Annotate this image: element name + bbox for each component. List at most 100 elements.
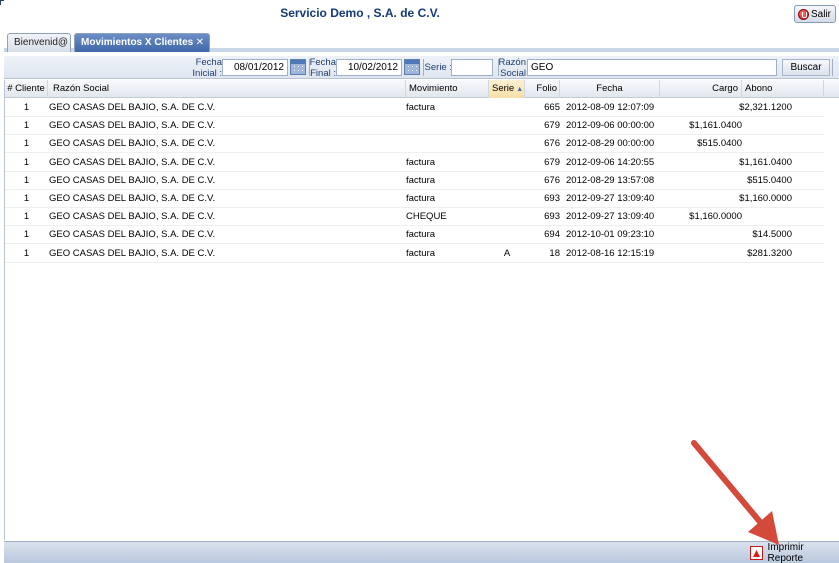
table-row[interactable]: 1 GEO CASAS DEL BAJIO, S.A. DE C.V. factur… (5, 172, 825, 190)
cell-cliente: 1 (23, 229, 30, 241)
cell-fecha: 2012-09-27 13:09:40 (566, 193, 655, 204)
cell-abono (695, 117, 792, 135)
cell-folio: 18 (549, 247, 560, 259)
razon-social-field[interactable]: GEO (527, 59, 777, 76)
column-header-filler (824, 80, 839, 98)
results-grid: # Cliente Razón Social Movimiento Serie ▲… (4, 80, 839, 540)
column-header-razon-social[interactable]: Razón Social (48, 80, 406, 98)
cell-abono: $281.3200 (747, 247, 792, 259)
cell-serie (491, 172, 523, 190)
cell-movimiento (406, 135, 486, 153)
table-row[interactable]: 1 GEO CASAS DEL BAJIO, S.A. DE C.V. factur… (5, 245, 825, 263)
grid-header: # Cliente Razón Social Movimiento Serie ▲… (5, 80, 839, 98)
cell-movimiento: factura (406, 193, 436, 204)
cell-razon-social: GEO CASAS DEL BAJIO, S.A. DE C.V. (49, 247, 216, 259)
cell-folio: 676 (544, 138, 560, 150)
cell-abono: $14.5000 (752, 229, 792, 241)
cell-abono: $1,160.0000 (739, 193, 792, 204)
cell-razon-social: GEO CASAS DEL BAJIO, S.A. DE C.V. (49, 193, 216, 204)
cell-movimiento: CHEQUE (406, 211, 447, 223)
column-header-cliente[interactable]: # Cliente (5, 80, 48, 98)
serie-field[interactable] (451, 59, 493, 76)
salir-button[interactable]: Salir (794, 5, 836, 23)
table-row[interactable]: 1 GEO CASAS DEL BAJIO, S.A. DE C.V. 679 201… (5, 117, 825, 136)
cell-movimiento: factura (406, 174, 436, 186)
cell-serie: A (503, 247, 511, 259)
cell-folio: 694 (544, 229, 560, 241)
tab-bienvenido[interactable]: Bienvenid@ (7, 33, 71, 52)
cell-movimiento: factura (406, 156, 436, 168)
cell-folio: 679 (544, 156, 560, 168)
print-report-button[interactable]: Imprimir Reporte (750, 542, 839, 563)
sort-ascending-icon: ▲ (516, 86, 524, 93)
table-row[interactable]: 1 GEO CASAS DEL BAJIO, S.A. DE C.V. factur… (5, 154, 825, 172)
cell-abono (695, 208, 792, 226)
cell-cliente: 1 (23, 102, 30, 113)
fecha-final-field[interactable]: 10/02/2012 (336, 59, 402, 76)
cell-razon-social: GEO CASAS DEL BAJIO, S.A. DE C.V. (49, 138, 216, 150)
tab-movimientos-x-clientes[interactable]: Movimientos X Clientes ✕ (74, 33, 210, 52)
cell-folio: 679 (544, 120, 560, 132)
cell-folio: 693 (544, 193, 560, 204)
cell-razon-social: GEO CASAS DEL BAJIO, S.A. DE C.V. (49, 156, 216, 168)
cell-serie (491, 135, 523, 153)
column-header-folio[interactable]: Folio (525, 80, 560, 98)
cell-cliente: 1 (23, 120, 30, 132)
cell-fecha: 2012-08-29 00:00:00 (566, 138, 655, 150)
column-header-movimiento[interactable]: Movimiento (406, 80, 489, 98)
cell-serie (491, 154, 523, 172)
app-title: Servicio Demo , S.A. de C.V. (280, 6, 440, 20)
pdf-icon (750, 546, 763, 560)
fecha-inicial-label: Fecha Inicial : (192, 57, 222, 79)
cell-fecha: 2012-09-27 13:09:40 (566, 211, 655, 223)
cell-movimiento: factura (406, 102, 436, 113)
column-header-serie[interactable]: Serie ▲ (489, 80, 525, 98)
corner-mark (0, 0, 4, 5)
cell-movimiento: factura (406, 247, 436, 259)
cell-movimiento (406, 117, 486, 135)
cell-razon-social: GEO CASAS DEL BAJIO, S.A. DE C.V. (49, 211, 216, 223)
cell-fecha: 2012-08-29 13:57:08 (566, 174, 655, 186)
cell-razon-social: GEO CASAS DEL BAJIO, S.A. DE C.V. (49, 174, 216, 186)
column-header-fecha[interactable]: Fecha (560, 80, 660, 98)
cell-serie (491, 190, 523, 208)
fecha-inicial-field[interactable]: 08/01/2012 (222, 59, 288, 76)
cell-serie (491, 208, 523, 226)
cell-movimiento: factura (406, 229, 436, 241)
cell-cliente: 1 (23, 138, 30, 150)
cell-razon-social: GEO CASAS DEL BAJIO, S.A. DE C.V. (49, 120, 216, 132)
salir-label: Salir (811, 8, 832, 20)
cell-fecha: 2012-08-16 12:15:19 (566, 247, 655, 259)
cell-cliente: 1 (23, 174, 30, 186)
cell-abono: $515.0400 (747, 174, 792, 186)
cell-folio: 665 (544, 102, 560, 113)
column-header-cargo[interactable]: Cargo (660, 80, 742, 98)
cell-cliente: 1 (23, 156, 30, 168)
calendar-icon[interactable] (404, 59, 420, 75)
buscar-button[interactable]: Buscar (782, 59, 830, 76)
table-row[interactable]: 1 GEO CASAS DEL BAJIO, S.A. DE C.V. factur… (5, 226, 825, 245)
power-icon (798, 8, 809, 20)
table-row[interactable]: 1 GEO CASAS DEL BAJIO, S.A. DE C.V. factur… (5, 99, 825, 117)
cell-abono: $1,161.0400 (739, 156, 792, 168)
print-report-label: Imprimir Reporte (767, 542, 804, 563)
cell-fecha: 2012-08-09 12:07:09 (566, 102, 655, 113)
column-header-abono[interactable]: Abono (742, 80, 824, 98)
cell-razon-social: GEO CASAS DEL BAJIO, S.A. DE C.V. (49, 102, 216, 113)
calendar-icon[interactable] (290, 59, 306, 75)
table-row[interactable]: 1 GEO CASAS DEL BAJIO, S.A. DE C.V. factur… (5, 190, 825, 208)
cell-fecha: 2012-10-01 09:23:10 (566, 229, 655, 241)
cell-serie (491, 117, 523, 135)
filter-bar: Fecha Inicial : 08/01/2012 Fecha Final :… (4, 56, 839, 90)
table-row[interactable]: 1 GEO CASAS DEL BAJIO, S.A. DE C.V. CHEQUE… (5, 208, 825, 227)
cell-serie (491, 99, 523, 117)
footer-bar: Imprimir Reporte (4, 541, 839, 563)
app-header: Servicio Demo , S.A. de C.V. Salir (0, 0, 839, 30)
cell-folio: 676 (544, 174, 560, 186)
tab-strip: Bienvenid@ Movimientos X Clientes ✕ (4, 31, 839, 52)
cell-fecha: 2012-09-06 14:20:55 (566, 156, 655, 168)
close-icon[interactable]: ✕ (196, 34, 204, 51)
serie-label: Serie : (424, 62, 452, 73)
cell-abono (695, 135, 792, 153)
table-row[interactable]: 1 GEO CASAS DEL BAJIO, S.A. DE C.V. 676 201… (5, 135, 825, 154)
